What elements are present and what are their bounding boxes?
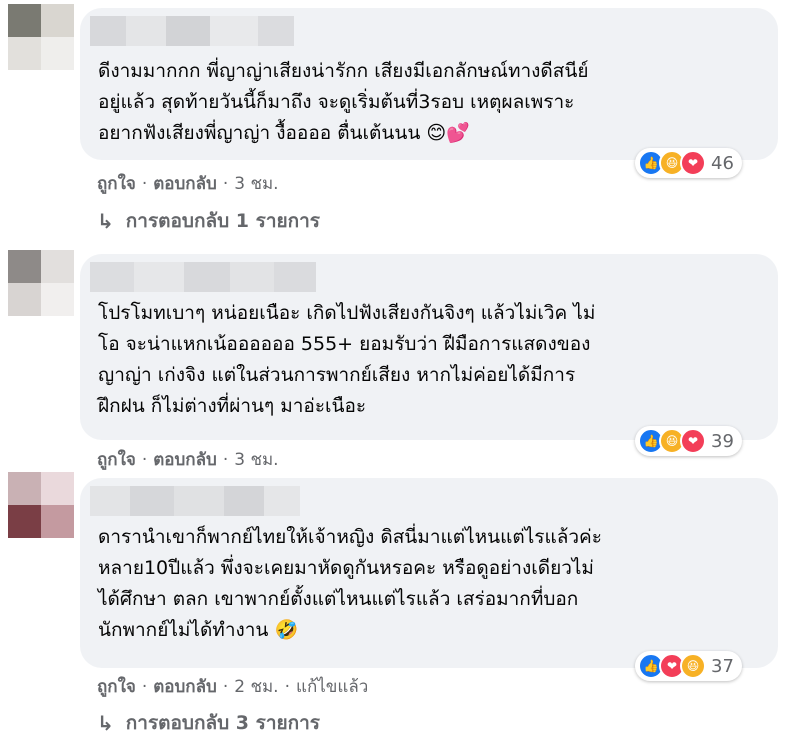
commenter-name-blurred[interactable] <box>90 16 294 46</box>
commenter-name-blurred[interactable] <box>90 486 300 516</box>
comment-text: โปรโมทเบาๆ หน่อยเนือะ เกิดไปฟังเสียงกันจ… <box>98 302 596 417</box>
timestamp[interactable]: 2 ชม. <box>234 673 278 700</box>
replies-label: การตอบกลับ 3 รายการ <box>125 712 320 734</box>
reaction-summary[interactable]: 👍 😆 ❤ 46 <box>635 148 742 178</box>
reply-button[interactable]: ตอบกลับ <box>153 673 217 700</box>
like-button[interactable]: ถูกใจ <box>97 170 136 197</box>
separator: · <box>141 449 148 470</box>
view-replies-link[interactable]: ↳ การตอบกลับ 1 รายการ <box>97 206 320 236</box>
haha-icon: 😆 <box>680 653 706 679</box>
separator: · <box>284 676 290 697</box>
love-icon: ❤ <box>680 150 706 176</box>
edited-label: แก้ไขแล้ว <box>296 677 369 697</box>
avatar[interactable] <box>8 4 74 70</box>
avatar[interactable] <box>8 250 74 316</box>
comment-bubble: ดีงามมากกก พี่ญาญ่าเสียงน่ารักก เสียงมีเ… <box>80 8 778 160</box>
avatar[interactable] <box>8 472 74 538</box>
reply-button[interactable]: ตอบกลับ <box>153 170 217 197</box>
separator: · <box>141 676 148 697</box>
timestamp[interactable]: 3 ชม. <box>234 170 278 197</box>
replies-label: การตอบกลับ 1 รายการ <box>125 210 320 232</box>
comment-actions: ถูกใจ · ตอบกลับ · 3 ชม. <box>97 170 279 197</box>
separator: · <box>222 676 229 697</box>
comment-actions: ถูกใจ · ตอบกลับ · 3 ชม. <box>97 446 279 473</box>
reaction-count: 39 <box>711 430 734 452</box>
timestamp[interactable]: 3 ชม. <box>234 446 278 473</box>
reaction-count: 46 <box>711 152 734 174</box>
separator: · <box>141 173 148 194</box>
separator: · <box>222 173 229 194</box>
separator: · <box>222 449 229 470</box>
commenter-name-blurred[interactable] <box>90 262 316 292</box>
reaction-summary[interactable]: 👍 ❤ 😆 37 <box>635 651 742 681</box>
reply-button[interactable]: ตอบกลับ <box>153 446 217 473</box>
reaction-summary[interactable]: 👍 😆 ❤ 39 <box>635 426 742 456</box>
love-icon: ❤ <box>680 428 706 454</box>
reply-arrow-icon: ↳ <box>97 711 114 735</box>
view-replies-link[interactable]: ↳ การตอบกลับ 3 รายการ <box>97 708 320 738</box>
like-button[interactable]: ถูกใจ <box>97 673 136 700</box>
reply-arrow-icon: ↳ <box>97 209 114 233</box>
comment-actions: ถูกใจ · ตอบกลับ · 2 ชม. · แก้ไขแล้ว <box>97 673 368 700</box>
comment-text: ดารานำเขาก็พากย์ไทยให้เจ้าหญิง ดิสนี่มาแ… <box>98 526 602 641</box>
like-button[interactable]: ถูกใจ <box>97 446 136 473</box>
comment-text: ดีงามมากกก พี่ญาญ่าเสียงน่ารักก เสียงมีเ… <box>98 60 589 144</box>
reaction-count: 37 <box>711 655 734 677</box>
comment-bubble: ดารานำเขาก็พากย์ไทยให้เจ้าหญิง ดิสนี่มาแ… <box>80 478 778 668</box>
comment-bubble: โปรโมทเบาๆ หน่อยเนือะ เกิดไปฟังเสียงกันจ… <box>80 254 778 440</box>
